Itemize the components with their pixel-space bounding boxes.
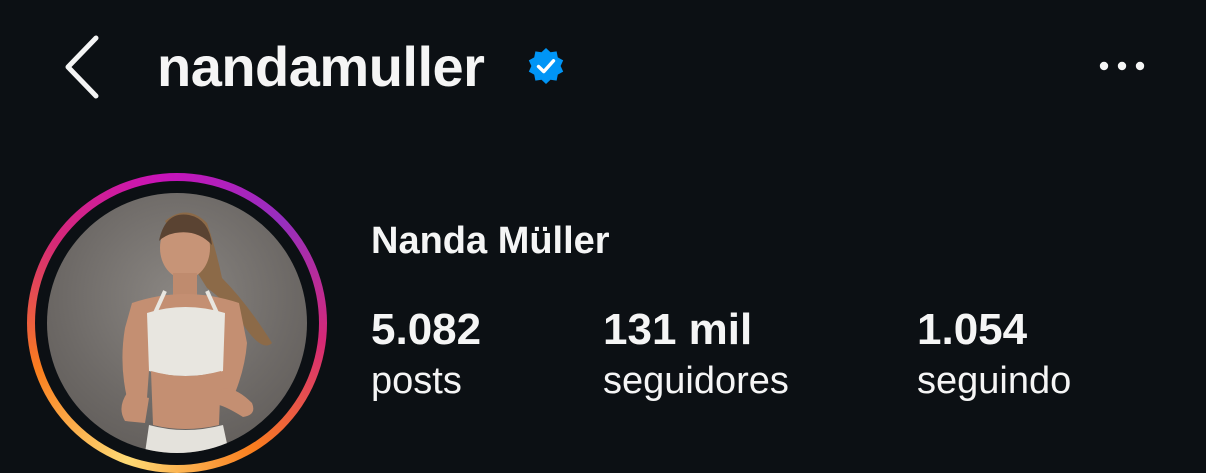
profile-username: nandamuller — [157, 35, 485, 98]
stat-following-label: seguindo — [917, 360, 1072, 402]
stat-followers[interactable]: 131 mil seguidores — [603, 303, 789, 405]
verified-badge-icon — [528, 48, 564, 84]
stat-followers-value: 131 mil — [603, 305, 753, 354]
stat-following-value: 1.054 — [917, 305, 1028, 354]
stat-posts-label: posts — [371, 360, 462, 402]
person-figure — [121, 212, 272, 453]
chevron-left-icon — [65, 35, 99, 99]
stat-posts-value: 5.082 — [371, 305, 482, 354]
more-options-button[interactable] — [1094, 50, 1154, 82]
stat-posts[interactable]: 5.082 posts — [371, 303, 481, 405]
profile-avatar[interactable] — [27, 173, 327, 473]
stat-following[interactable]: 1.054 seguindo — [917, 303, 1071, 405]
stat-followers-label: seguidores — [603, 360, 789, 402]
profile-display-name: Nanda Müller — [371, 220, 610, 262]
back-button[interactable] — [58, 32, 108, 102]
avatar-photo — [47, 193, 307, 453]
more-horizontal-icon — [1099, 61, 1145, 71]
profile-header: nandamuller — [0, 0, 1206, 136]
